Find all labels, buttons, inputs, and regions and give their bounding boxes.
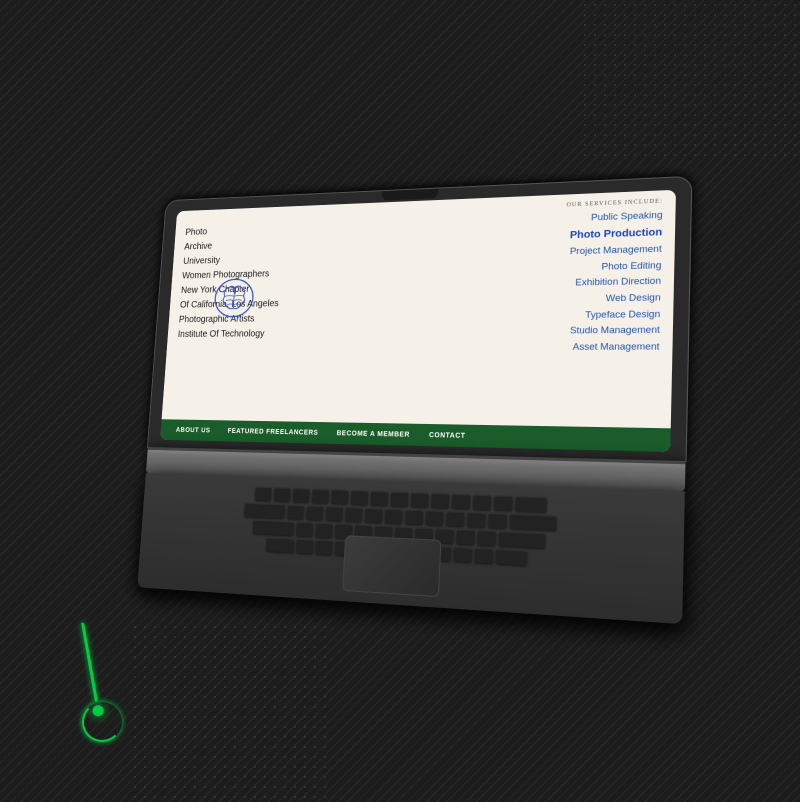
nav-bar: ABOUT US FEATURED FREELANCERS BECOME A M… xyxy=(160,419,671,452)
key xyxy=(431,493,449,508)
left-item-8: Institute Of Technology xyxy=(177,328,277,342)
left-item-2: Archive xyxy=(184,238,283,254)
key xyxy=(446,511,465,526)
key xyxy=(244,503,285,518)
nav-featured-freelancers[interactable]: FEATURED FREELANCERS xyxy=(219,427,328,436)
services-label: OUR SERVICES INCLUDE: xyxy=(566,198,663,208)
key xyxy=(306,505,323,520)
key xyxy=(255,487,272,501)
key xyxy=(365,508,383,523)
key xyxy=(515,496,546,512)
key xyxy=(296,522,313,537)
key xyxy=(451,494,470,509)
key xyxy=(405,509,423,524)
key xyxy=(296,539,313,554)
key xyxy=(345,507,363,522)
laptop-screen-outer: Photo Archive University Women Photograp… xyxy=(148,177,692,461)
nav-about-us[interactable]: ABOUT US xyxy=(167,426,219,434)
key xyxy=(331,489,349,504)
key xyxy=(311,489,328,504)
key xyxy=(273,487,290,501)
key xyxy=(453,547,472,563)
service-exhibition-direction: Exhibition Direction xyxy=(564,274,662,292)
key xyxy=(326,506,344,521)
key xyxy=(266,537,294,552)
left-item-1: Photo xyxy=(185,223,284,239)
service-asset-management: Asset Management xyxy=(561,339,659,356)
service-typeface-design: Typeface Design xyxy=(562,306,660,323)
nav-become-member[interactable]: BECOME A MEMBER xyxy=(327,430,419,439)
key xyxy=(287,505,304,520)
key xyxy=(472,495,491,510)
key xyxy=(496,549,527,565)
key xyxy=(315,540,332,555)
laptop-screen-bezel: Photo Archive University Women Photograp… xyxy=(160,190,676,452)
nav-contact[interactable]: CONTACT xyxy=(419,431,475,439)
key xyxy=(509,514,556,531)
service-studio-management: Studio Management xyxy=(562,323,660,340)
key xyxy=(456,529,475,544)
key xyxy=(425,510,443,525)
key xyxy=(315,523,332,538)
services-section: OUR SERVICES INCLUDE: Public Speaking Ph… xyxy=(561,198,663,355)
key xyxy=(252,520,293,536)
laptop-notch xyxy=(382,189,438,201)
key xyxy=(493,495,512,510)
key xyxy=(370,491,388,506)
key xyxy=(350,490,368,505)
brain-icon xyxy=(209,272,260,324)
key xyxy=(410,492,428,507)
website-content: Photo Archive University Women Photograp… xyxy=(160,190,676,452)
service-web-design: Web Design xyxy=(563,290,661,308)
dot-pattern-bottom-left xyxy=(130,622,330,802)
left-item-3: University xyxy=(183,253,282,269)
trackpad[interactable] xyxy=(342,535,441,597)
laptop: Photo Archive University Women Photograp… xyxy=(137,177,691,624)
key xyxy=(390,492,408,507)
key xyxy=(385,509,403,524)
key xyxy=(292,488,309,502)
key xyxy=(467,512,486,527)
key xyxy=(477,530,496,546)
dot-pattern-top-right xyxy=(580,0,800,160)
key xyxy=(488,513,507,528)
key xyxy=(498,531,545,548)
cable-curve xyxy=(82,702,122,742)
key xyxy=(474,548,493,564)
